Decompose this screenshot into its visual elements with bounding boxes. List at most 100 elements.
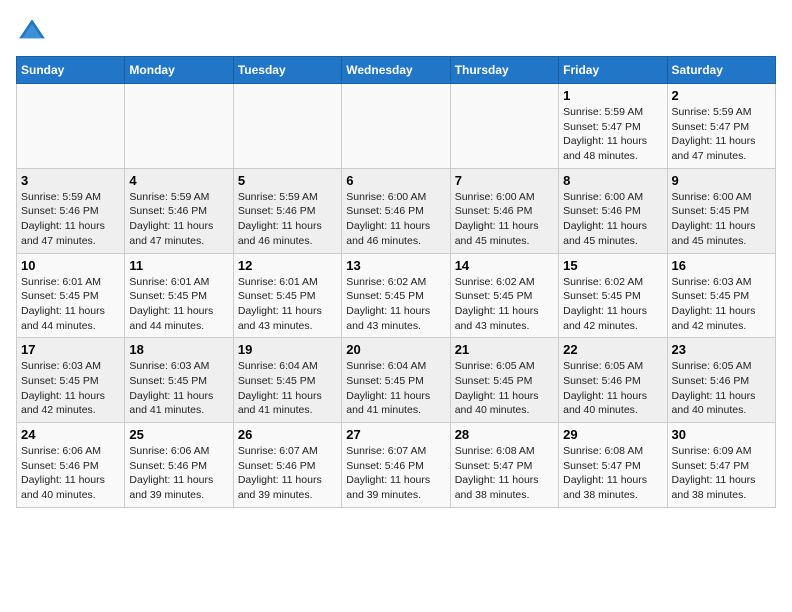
day-number: 6 [346, 173, 445, 188]
day-info: Sunrise: 6:02 AM Sunset: 5:45 PM Dayligh… [455, 275, 554, 334]
day-number: 21 [455, 342, 554, 357]
calendar-cell: 23 Sunrise: 6:05 AM Sunset: 5:46 PM Dayli… [667, 338, 775, 423]
day-number: 8 [563, 173, 662, 188]
calendar-table: SundayMondayTuesdayWednesdayThursdayFrid… [16, 56, 776, 508]
day-number: 24 [21, 427, 120, 442]
calendar-cell: 19 Sunrise: 6:04 AM Sunset: 5:45 PM Dayli… [233, 338, 341, 423]
day-info: Sunrise: 6:08 AM Sunset: 5:47 PM Dayligh… [563, 444, 662, 503]
day-info: Sunrise: 6:07 AM Sunset: 5:46 PM Dayligh… [346, 444, 445, 503]
calendar-cell: 5 Sunrise: 5:59 AM Sunset: 5:46 PM Daylig… [233, 168, 341, 253]
calendar-week-row: 10 Sunrise: 6:01 AM Sunset: 5:45 PM Dayli… [17, 253, 776, 338]
day-info: Sunrise: 6:05 AM Sunset: 5:46 PM Dayligh… [672, 359, 771, 418]
logo [16, 16, 54, 48]
calendar-cell: 13 Sunrise: 6:02 AM Sunset: 5:45 PM Dayli… [342, 253, 450, 338]
calendar-cell: 30Sunrise: 6:09 AM Sunset: 5:47 PM Dayli… [667, 423, 775, 508]
calendar-week-row: 3 Sunrise: 5:59 AM Sunset: 5:46 PM Daylig… [17, 168, 776, 253]
day-number: 16 [672, 258, 771, 273]
calendar-cell: 3 Sunrise: 5:59 AM Sunset: 5:46 PM Daylig… [17, 168, 125, 253]
calendar-header-monday: Monday [125, 57, 233, 84]
calendar-cell: 9 Sunrise: 6:00 AM Sunset: 5:45 PM Daylig… [667, 168, 775, 253]
day-number: 14 [455, 258, 554, 273]
calendar-cell: 27 Sunrise: 6:07 AM Sunset: 5:46 PM Dayli… [342, 423, 450, 508]
calendar-header-sunday: Sunday [17, 57, 125, 84]
day-number: 2 [672, 88, 771, 103]
day-number: 15 [563, 258, 662, 273]
day-info: Sunrise: 6:00 AM Sunset: 5:46 PM Dayligh… [346, 190, 445, 249]
day-info: Sunrise: 6:06 AM Sunset: 5:46 PM Dayligh… [129, 444, 228, 503]
day-info: Sunrise: 6:02 AM Sunset: 5:45 PM Dayligh… [346, 275, 445, 334]
calendar-cell: 29 Sunrise: 6:08 AM Sunset: 5:47 PM Dayli… [559, 423, 667, 508]
day-info: Sunrise: 6:01 AM Sunset: 5:45 PM Dayligh… [238, 275, 337, 334]
day-info: Sunrise: 5:59 AM Sunset: 5:46 PM Dayligh… [21, 190, 120, 249]
page-header [16, 16, 776, 48]
day-info: Sunrise: 6:00 AM Sunset: 5:45 PM Dayligh… [672, 190, 771, 249]
generalblue-logo-icon [16, 16, 48, 48]
day-info: Sunrise: 6:04 AM Sunset: 5:45 PM Dayligh… [238, 359, 337, 418]
day-number: 20 [346, 342, 445, 357]
day-number: 18 [129, 342, 228, 357]
day-info: Sunrise: 6:05 AM Sunset: 5:46 PM Dayligh… [563, 359, 662, 418]
calendar-cell: 7Sunrise: 6:00 AM Sunset: 5:46 PM Daylig… [450, 168, 558, 253]
day-number: 9 [672, 173, 771, 188]
day-number: 12 [238, 258, 337, 273]
calendar-cell: 17 Sunrise: 6:03 AM Sunset: 5:45 PM Dayli… [17, 338, 125, 423]
day-info: Sunrise: 6:09 AM Sunset: 5:47 PM Dayligh… [672, 444, 771, 503]
calendar-cell: 6 Sunrise: 6:00 AM Sunset: 5:46 PM Daylig… [342, 168, 450, 253]
calendar-header-wednesday: Wednesday [342, 57, 450, 84]
day-info: Sunrise: 6:03 AM Sunset: 5:45 PM Dayligh… [21, 359, 120, 418]
calendar-cell: 12 Sunrise: 6:01 AM Sunset: 5:45 PM Dayli… [233, 253, 341, 338]
day-number: 10 [21, 258, 120, 273]
day-info: Sunrise: 5:59 AM Sunset: 5:47 PM Dayligh… [563, 105, 662, 164]
calendar-cell: 4Sunrise: 5:59 AM Sunset: 5:46 PM Daylig… [125, 168, 233, 253]
day-info: Sunrise: 6:07 AM Sunset: 5:46 PM Dayligh… [238, 444, 337, 503]
calendar-week-row: 17 Sunrise: 6:03 AM Sunset: 5:45 PM Dayli… [17, 338, 776, 423]
calendar-cell: 18 Sunrise: 6:03 AM Sunset: 5:45 PM Dayli… [125, 338, 233, 423]
calendar-cell: 2Sunrise: 5:59 AM Sunset: 5:47 PM Daylig… [667, 84, 775, 169]
calendar-cell: 26 Sunrise: 6:07 AM Sunset: 5:46 PM Dayli… [233, 423, 341, 508]
calendar-week-row: 24 Sunrise: 6:06 AM Sunset: 5:46 PM Dayli… [17, 423, 776, 508]
calendar-cell [233, 84, 341, 169]
calendar-cell: 24 Sunrise: 6:06 AM Sunset: 5:46 PM Dayli… [17, 423, 125, 508]
day-number: 5 [238, 173, 337, 188]
day-number: 11 [129, 258, 228, 273]
calendar-cell: 20 Sunrise: 6:04 AM Sunset: 5:45 PM Dayli… [342, 338, 450, 423]
day-info: Sunrise: 6:01 AM Sunset: 5:45 PM Dayligh… [21, 275, 120, 334]
day-number: 22 [563, 342, 662, 357]
calendar-cell: 22 Sunrise: 6:05 AM Sunset: 5:46 PM Dayli… [559, 338, 667, 423]
calendar-header-tuesday: Tuesday [233, 57, 341, 84]
day-number: 13 [346, 258, 445, 273]
day-info: Sunrise: 6:08 AM Sunset: 5:47 PM Dayligh… [455, 444, 554, 503]
calendar-header-saturday: Saturday [667, 57, 775, 84]
day-number: 23 [672, 342, 771, 357]
day-number: 3 [21, 173, 120, 188]
day-number: 27 [346, 427, 445, 442]
calendar-cell [125, 84, 233, 169]
calendar-header-row: SundayMondayTuesdayWednesdayThursdayFrid… [17, 57, 776, 84]
day-number: 26 [238, 427, 337, 442]
day-info: Sunrise: 6:01 AM Sunset: 5:45 PM Dayligh… [129, 275, 228, 334]
day-info: Sunrise: 5:59 AM Sunset: 5:46 PM Dayligh… [238, 190, 337, 249]
calendar-cell [342, 84, 450, 169]
calendar-cell: 16 Sunrise: 6:03 AM Sunset: 5:45 PM Dayli… [667, 253, 775, 338]
calendar-cell: 10 Sunrise: 6:01 AM Sunset: 5:45 PM Dayli… [17, 253, 125, 338]
calendar-header-friday: Friday [559, 57, 667, 84]
calendar-cell: 15 Sunrise: 6:02 AM Sunset: 5:45 PM Dayli… [559, 253, 667, 338]
calendar-cell: 8Sunrise: 6:00 AM Sunset: 5:46 PM Daylig… [559, 168, 667, 253]
day-info: Sunrise: 6:04 AM Sunset: 5:45 PM Dayligh… [346, 359, 445, 418]
day-info: Sunrise: 6:05 AM Sunset: 5:45 PM Dayligh… [455, 359, 554, 418]
day-number: 29 [563, 427, 662, 442]
calendar-cell: 1 Sunrise: 5:59 AM Sunset: 5:47 PM Daylig… [559, 84, 667, 169]
day-info: Sunrise: 6:06 AM Sunset: 5:46 PM Dayligh… [21, 444, 120, 503]
day-number: 25 [129, 427, 228, 442]
day-number: 19 [238, 342, 337, 357]
day-number: 17 [21, 342, 120, 357]
day-info: Sunrise: 5:59 AM Sunset: 5:46 PM Dayligh… [129, 190, 228, 249]
day-number: 1 [563, 88, 662, 103]
day-info: Sunrise: 6:00 AM Sunset: 5:46 PM Dayligh… [455, 190, 554, 249]
day-number: 28 [455, 427, 554, 442]
calendar-cell: 25 Sunrise: 6:06 AM Sunset: 5:46 PM Dayli… [125, 423, 233, 508]
day-info: Sunrise: 6:03 AM Sunset: 5:45 PM Dayligh… [129, 359, 228, 418]
day-info: Sunrise: 6:03 AM Sunset: 5:45 PM Dayligh… [672, 275, 771, 334]
calendar-week-row: 1 Sunrise: 5:59 AM Sunset: 5:47 PM Daylig… [17, 84, 776, 169]
day-info: Sunrise: 6:02 AM Sunset: 5:45 PM Dayligh… [563, 275, 662, 334]
